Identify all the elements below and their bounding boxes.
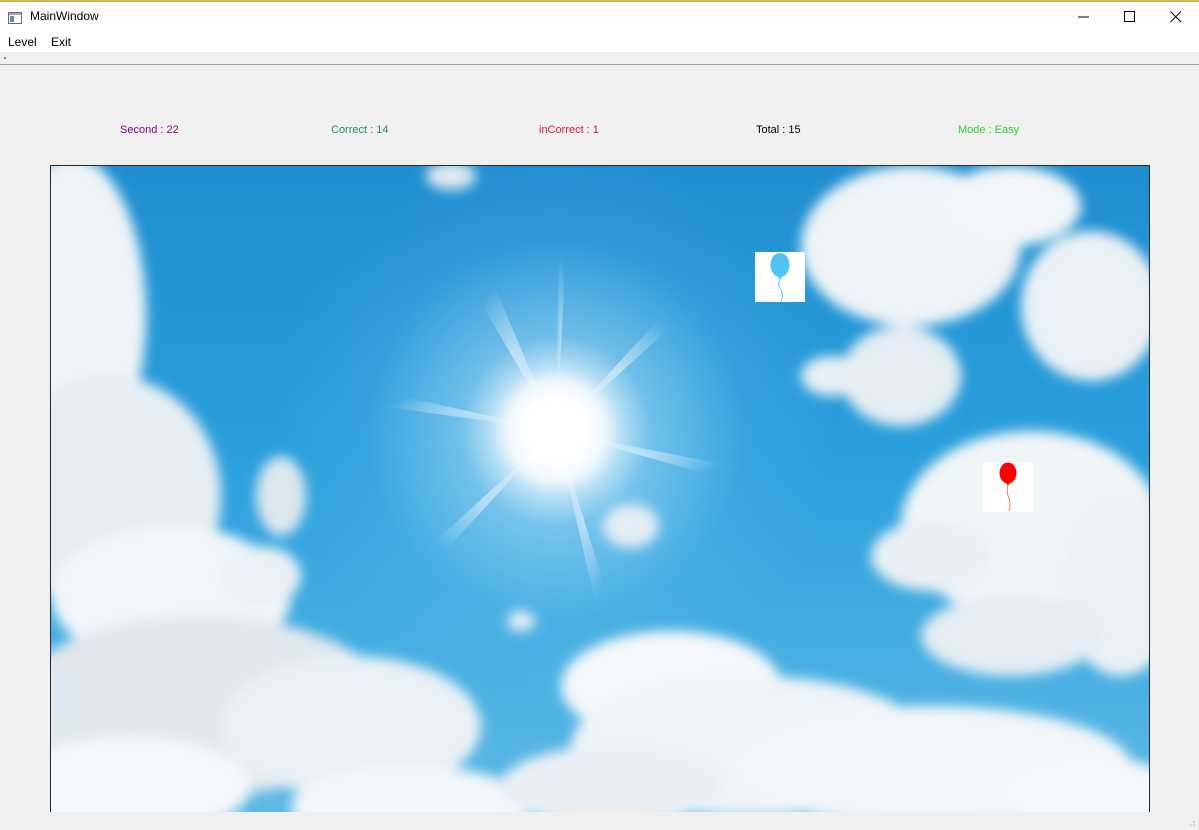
window-title: MainWindow	[30, 9, 99, 23]
game-area[interactable]	[50, 165, 1150, 812]
minimize-button[interactable]	[1061, 2, 1107, 31]
red-balloon-icon	[999, 462, 1017, 512]
maximize-button[interactable]	[1107, 2, 1153, 31]
menu-level[interactable]: Level	[8, 35, 37, 49]
toolbar-divider	[0, 64, 1199, 65]
mode-label: Mode : Easy	[958, 124, 1020, 136]
incorrect-label: inCorrect : 1	[539, 124, 599, 136]
balloon-red[interactable]	[983, 462, 1033, 512]
balloon-blue[interactable]	[755, 252, 805, 302]
correct-label: Correct : 14	[331, 124, 389, 136]
menu-exit[interactable]: Exit	[51, 35, 71, 49]
minimize-icon	[1078, 16, 1089, 18]
total-label: Total : 15	[756, 124, 801, 136]
toolbar-grip[interactable]	[4, 57, 6, 59]
resize-grip-icon[interactable]	[1186, 817, 1196, 827]
maximize-icon	[1124, 11, 1135, 22]
menu-bar: Level Exit	[0, 31, 1199, 52]
seconds-label: Second : 22	[120, 124, 179, 136]
close-button[interactable]	[1153, 2, 1199, 31]
blue-balloon-icon	[770, 253, 790, 302]
toolbar-area	[0, 53, 1199, 64]
close-icon	[1170, 11, 1182, 23]
app-window-icon	[8, 9, 22, 24]
title-bar[interactable]: MainWindow	[0, 2, 1199, 31]
sun	[524, 399, 588, 463]
left-clouds	[51, 166, 531, 812]
